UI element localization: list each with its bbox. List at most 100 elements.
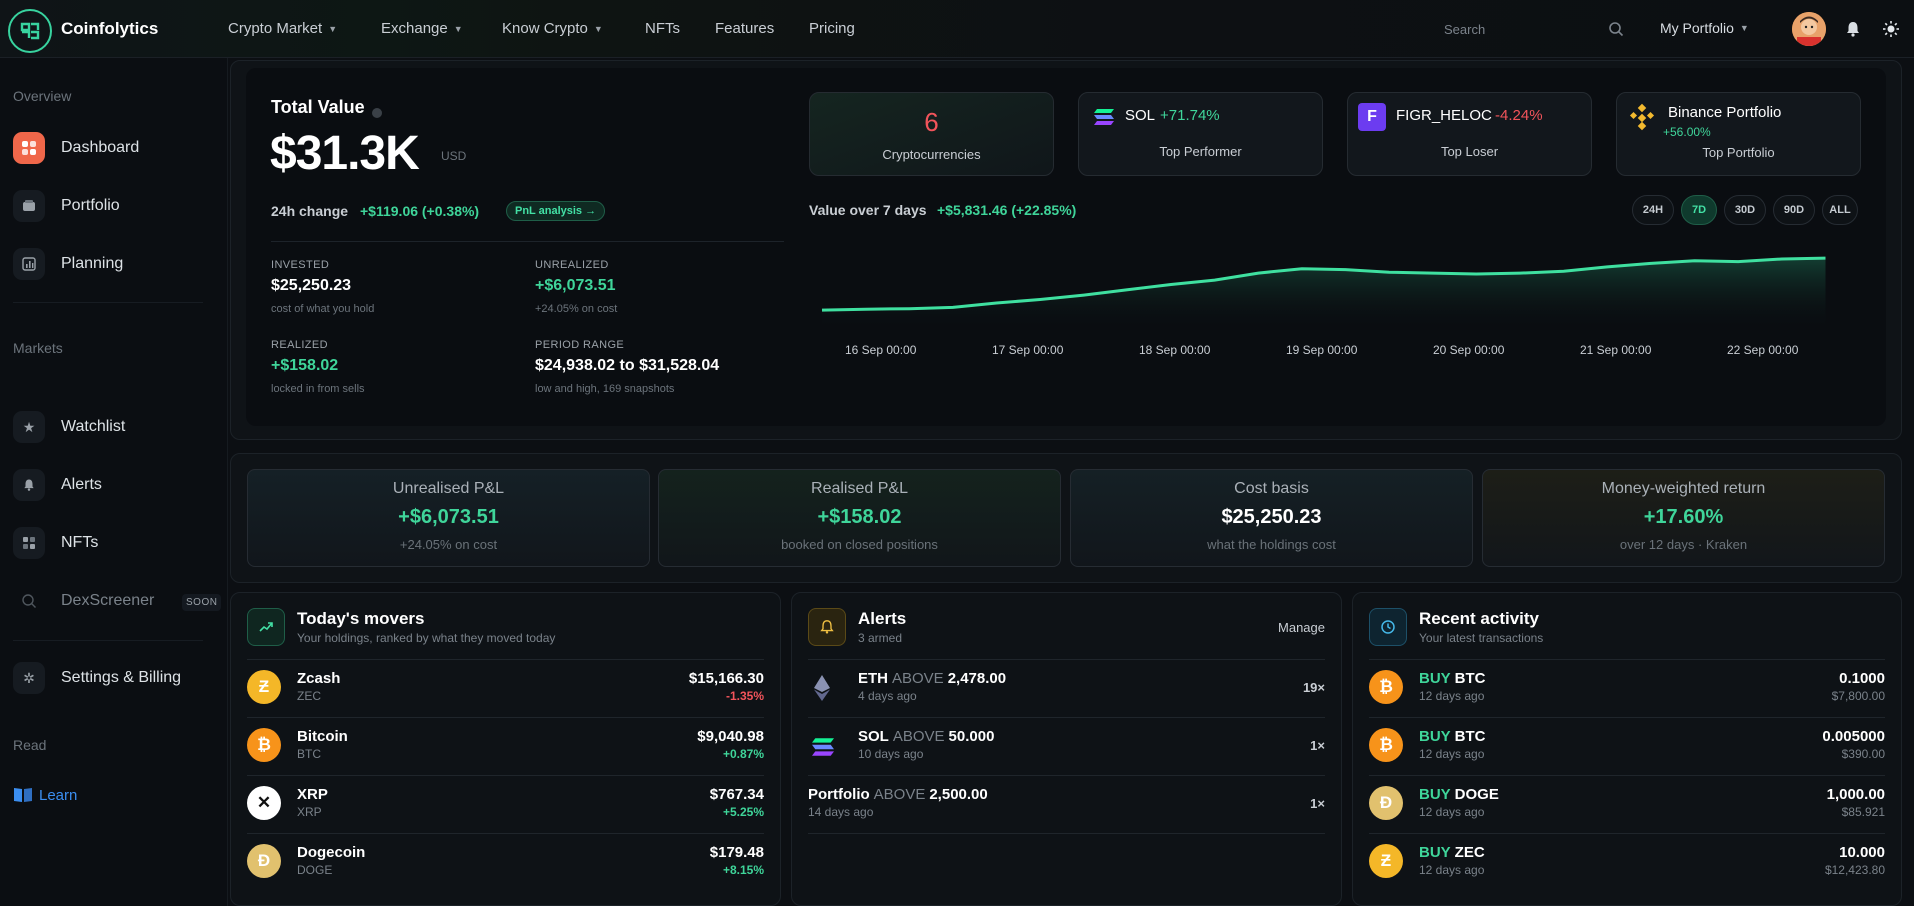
crypto-count: 6 (924, 107, 939, 137)
ethereum-icon (812, 674, 832, 702)
top-loser-label: Top Loser (1440, 144, 1499, 159)
bitcoin-icon: ₿ (1369, 728, 1403, 762)
x-tick-label: 20 Sep 00:00 (1433, 343, 1505, 357)
coinfolytics-logo-icon[interactable] (8, 9, 52, 53)
my-portfolio-dropdown[interactable]: My Portfolio ▼ (1660, 20, 1749, 36)
metric-sub: +24.05% on cost (535, 303, 618, 315)
alert-row[interactable]: Portfolio ABOVE 2,500.00 14 days ago 1× (808, 776, 1325, 834)
nav-features[interactable]: Features (715, 20, 774, 37)
activity-title: Recent activity (1419, 609, 1539, 628)
x-tick-label: 17 Sep 00:00 (992, 343, 1064, 357)
change-label: 24h change (271, 203, 349, 219)
dogecoin-icon: Ð (247, 844, 281, 878)
search-icon[interactable] (1608, 21, 1624, 37)
manage-alerts-link[interactable]: Manage (1278, 620, 1325, 635)
sidebar-item-nfts[interactable]: NFTs (13, 527, 98, 559)
sidebar: Overview Dashboard Portfolio Planning Ma… (0, 58, 228, 906)
pnl-analysis-button[interactable]: PnL analysis → (506, 201, 606, 221)
alert-asset: SOL (858, 728, 889, 745)
activity-row[interactable]: ₿ BUY BTC 12 days ago 0.1000 $7,800.00 (1369, 660, 1885, 718)
bell-icon[interactable] (1844, 20, 1862, 38)
activity-action: BUY (1419, 786, 1451, 803)
coin-name: Zcash (297, 670, 341, 687)
top-portfolio-change: +56.00% (1663, 125, 1711, 139)
value-chart[interactable]: 16 Sep 00:00 17 Sep 00:00 18 Sep 00:00 19 S… (820, 250, 1852, 360)
alert-condition: SOL ABOVE 50.000 (858, 728, 994, 745)
nav-nfts[interactable]: NFTs (645, 20, 680, 37)
x-tick-label: 22 Sep 00:00 (1727, 343, 1799, 357)
stat-sub: +24.05% on cost (399, 537, 498, 552)
alert-time: 4 days ago (858, 689, 917, 703)
x-tick-label: 21 Sep 00:00 (1580, 343, 1652, 357)
sidebar-item-dashboard[interactable]: Dashboard (13, 132, 139, 164)
search-input[interactable] (1444, 21, 1594, 37)
mover-row[interactable]: Ð Dogecoin DOGE $179.48 +8.15% (247, 834, 764, 892)
mover-row[interactable]: ₿ Bitcoin BTC $9,040.98 +0.87% (247, 718, 764, 776)
activity-row[interactable]: ₿ BUY BTC 12 days ago 0.005000 $390.00 (1369, 718, 1885, 776)
activity-action: BUY (1419, 670, 1451, 687)
metric-sub: low and high, 169 snapshots (535, 383, 675, 395)
change-percent: +5.25% (722, 805, 764, 819)
stat-sub: what the holdings cost (1207, 537, 1336, 552)
chevron-down-icon: ▼ (1739, 23, 1749, 33)
alert-operator: ABOVE (892, 728, 945, 745)
sidebar-section-markets: Markets (13, 340, 63, 356)
activity-title: BUY DOGE (1419, 786, 1499, 803)
range-90d-button[interactable]: 90D (1773, 195, 1815, 225)
learn-label: Learn (39, 786, 78, 804)
sidebar-item-settings-billing[interactable]: ✲ Settings & Billing (13, 662, 181, 694)
top-performer-name: SOL (1125, 107, 1156, 124)
range-30d-button[interactable]: 30D (1724, 195, 1766, 225)
activity-value: $7,800.00 (1831, 689, 1885, 703)
sidebar-item-learn[interactable]: Learn (13, 786, 77, 804)
activity-asset: ZEC (1454, 844, 1485, 861)
mover-row[interactable]: ✕ XRP XRP $767.34 +5.25% (247, 776, 764, 834)
nav-know-crypto[interactable]: Know Crypto ▼ (502, 20, 603, 37)
alert-row[interactable]: SOL ABOVE 50.000 10 days ago 1× (808, 718, 1325, 776)
change-value: +$119.06 (+0.38%) (360, 203, 480, 219)
top-portfolio-card[interactable]: Binance Portfolio +56.00% Top Portfolio (1616, 92, 1861, 176)
nav-pricing[interactable]: Pricing (809, 20, 855, 37)
change-percent: +0.87% (722, 747, 764, 761)
top-loser-name: FIGR_HELOC (1396, 107, 1492, 124)
nav-exchange[interactable]: Exchange ▼ (381, 20, 463, 37)
range-24h-button[interactable]: 24H (1632, 195, 1674, 225)
activity-time: 12 days ago (1419, 747, 1485, 761)
activity-row[interactable]: Ƶ BUY ZEC 12 days ago 10.000 $12,423.80 (1369, 834, 1885, 892)
sidebar-item-portfolio[interactable]: Portfolio (13, 190, 120, 222)
coin-symbol: BTC (297, 747, 321, 761)
user-avatar[interactable] (1792, 12, 1826, 46)
brand-name[interactable]: Coinfolytics (61, 19, 158, 39)
total-value-label: Total Value (271, 97, 365, 117)
mover-row[interactable]: Ƶ Zcash ZEC $15,166.30 -1.35% (247, 660, 764, 718)
clock-icon (1369, 608, 1407, 646)
metric-label: PERIOD RANGE (535, 339, 625, 351)
alert-row[interactable]: ETH ABOVE 2,478.00 4 days ago 19× (808, 660, 1325, 718)
xrp-icon: ✕ (247, 786, 281, 820)
chevron-down-icon: ▼ (593, 23, 603, 34)
range-all-button[interactable]: ALL (1822, 195, 1858, 225)
top-performer-card[interactable]: SOL +71.74% Top Performer (1078, 92, 1323, 176)
activity-subtitle: Your latest transactions (1419, 631, 1544, 645)
change-percent: +8.15% (722, 863, 764, 877)
sidebar-item-watchlist[interactable]: ★ Watchlist (13, 411, 125, 443)
sidebar-section-overview: Overview (13, 88, 72, 104)
stat-value: +$158.02 (817, 506, 902, 528)
total-value: $31.3K (270, 127, 420, 180)
holding-value: $767.34 (709, 786, 764, 803)
stat-realised-pnl: Realised P&L +$158.02 booked on closed p… (658, 469, 1061, 567)
alert-trigger-count: 1× (1310, 738, 1325, 753)
info-icon[interactable] (372, 108, 382, 118)
stat-unrealised-pnl: Unrealised P&L +$6,073.51 +24.05% on cos… (247, 469, 650, 567)
sun-icon[interactable] (1882, 20, 1900, 38)
sidebar-item-dexscreener[interactable]: DexScreener (13, 585, 154, 617)
range-7d-button[interactable]: 7D (1681, 195, 1717, 225)
nav-crypto-market[interactable]: Crypto Market ▼ (228, 20, 337, 37)
top-loser-card[interactable]: F FIGR_HELOC -4.24% Top Loser (1347, 92, 1592, 176)
coin-symbol: XRP (297, 805, 322, 819)
sidebar-item-planning[interactable]: Planning (13, 248, 123, 280)
activity-row[interactable]: Ð BUY DOGE 12 days ago 1,000.00 $85.921 (1369, 776, 1885, 834)
chart-icon (13, 248, 45, 280)
sidebar-item-alerts[interactable]: Alerts (13, 469, 102, 501)
crypto-count-card[interactable]: 6 Cryptocurrencies (809, 92, 1054, 176)
